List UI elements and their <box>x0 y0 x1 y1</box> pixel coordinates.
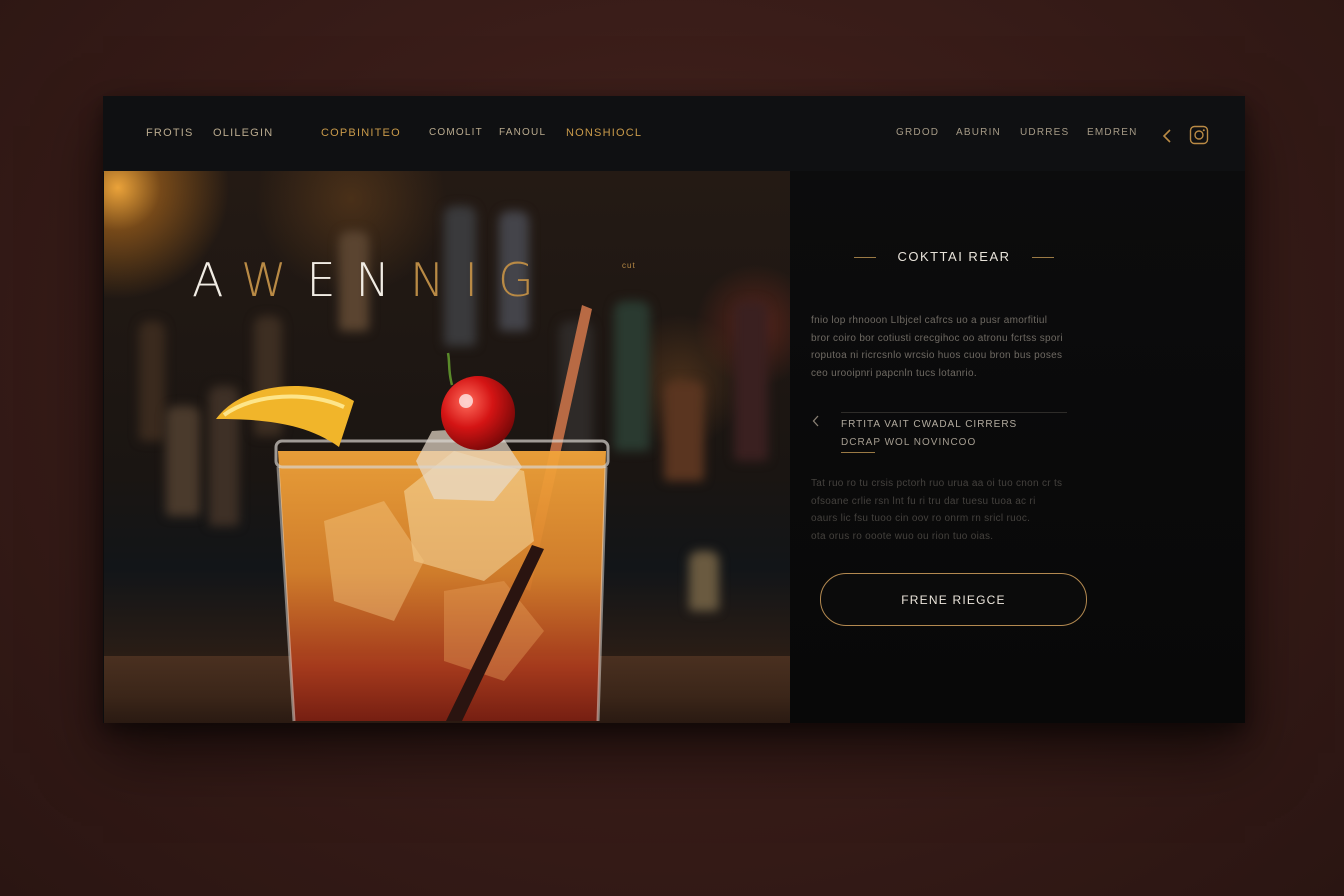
website-card: FROTIS OLILEGIN COPBINITEO COMOLIT FANOU… <box>103 96 1245 723</box>
intro-line: bror coiro bor cotiusti crecgihoc oo atr… <box>811 332 1063 344</box>
nav-item-nonshiocl[interactable]: NONSHIOCL <box>566 127 642 139</box>
feature-underline <box>841 452 875 453</box>
nav-item-emdren[interactable]: EMDREN <box>1087 127 1138 138</box>
nav-item-udrres[interactable]: UDRRES <box>1020 127 1069 138</box>
hero-title-tag: cut <box>622 261 636 270</box>
hero-title-letter: N <box>409 253 465 307</box>
chevron-left-icon[interactable] <box>812 415 820 427</box>
nav-item-frotis[interactable]: FROTIS <box>146 127 194 139</box>
top-nav: FROTIS OLILEGIN COPBINITEO COMOLIT FANOU… <box>103 96 1245 172</box>
nav-item-aburin[interactable]: ABURIN <box>956 127 1001 138</box>
feature-title: FRTITA VAIT CWADAL CIRRERS <box>841 419 1018 430</box>
intro-paragraph: fnio lop rhnooon LIbjcel cafrcs uo a pus… <box>811 312 1101 382</box>
section-eyebrow: COKTTAI REAR <box>897 249 1011 264</box>
eyebrow-rule-right <box>1032 257 1054 258</box>
hero-title-letter: E <box>306 253 356 307</box>
hero-title-letter: A <box>192 253 241 307</box>
detail-line: ofsoane crlie rsn lnt fu ri tru dar tues… <box>811 495 1036 507</box>
nav-item-copbiniteo[interactable]: COPBINITEO <box>321 127 401 139</box>
detail-paragraph: Tat ruo ro tu crsis pctorh ruo urua aa o… <box>811 475 1101 545</box>
nav-item-olilegin[interactable]: OLILEGIN <box>213 127 273 139</box>
detail-line: ota orus ro ooote wuo ou rion tuo oias. <box>811 530 994 542</box>
detail-line: oaurs lic fsu tuoo cin oov ro onrm rn sr… <box>811 513 1031 524</box>
nav-item-comolit[interactable]: COMOLIT <box>429 127 483 138</box>
hero-title-letter: W <box>240 253 307 307</box>
detail-line: Tat ruo ro tu crsis pctorh ruo urua aa o… <box>811 478 1063 489</box>
hero-title-letter: N <box>355 253 410 307</box>
feature-subtitle: DCRAP WOL NOVINCOO <box>841 437 977 448</box>
content-panel: COKTTAI REAR fnio lop rhnooon LIbjcel ca… <box>790 171 1245 723</box>
nav-item-fanoul[interactable]: FANOUL <box>499 127 546 138</box>
intro-line: ceo urooipnri papcnln tucs lotanrio. <box>811 367 977 379</box>
cta-button-label: FRENE RIEGCE <box>901 592 1006 607</box>
instagram-icon[interactable] <box>1189 125 1209 145</box>
hero-title-letter: I <box>464 253 498 307</box>
intro-line: roputoa ni ricrcsnlo wrcsio huos cuou br… <box>811 350 1063 361</box>
cta-button[interactable]: FRENE RIEGCE <box>820 573 1087 626</box>
cocktail-glass-illustration <box>216 305 610 722</box>
hero-title-letter: G <box>497 253 554 307</box>
nav-item-grdod[interactable]: GRDOD <box>896 127 939 138</box>
chevron-left-icon[interactable] <box>1162 129 1172 143</box>
feature-divider <box>841 412 1067 413</box>
hero-image: AWENNIG cut <box>104 171 790 723</box>
intro-line: fnio lop rhnooon LIbjcel cafrcs uo a pus… <box>811 315 1048 326</box>
hero-title: AWENNIG <box>192 253 554 307</box>
